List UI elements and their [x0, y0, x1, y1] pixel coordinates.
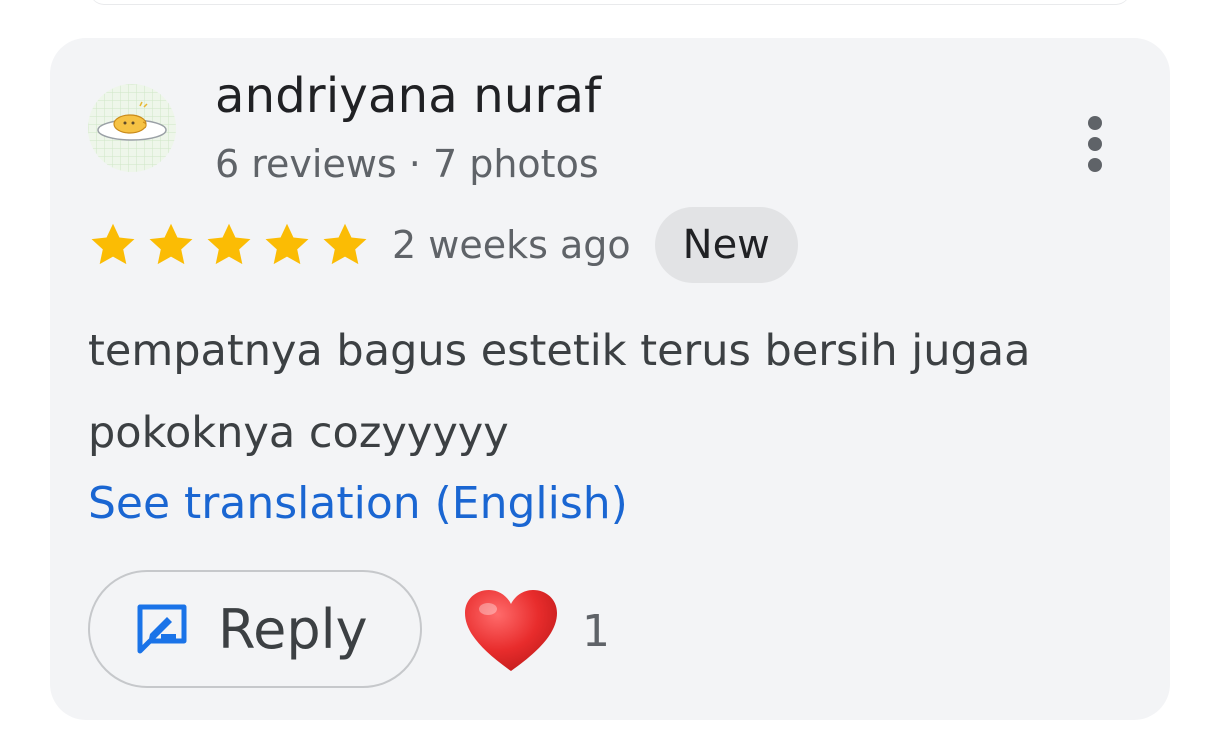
review-time: 2 weeks ago — [392, 223, 631, 267]
see-translation-link[interactable]: See translation (English) — [88, 478, 628, 529]
star-icon — [207, 223, 251, 265]
new-badge: New — [654, 207, 798, 283]
review-text: tempatnya bagus estetik terus bersih jug… — [88, 310, 1148, 474]
reaction-button[interactable]: 1 — [462, 586, 610, 676]
star-icon — [91, 223, 135, 265]
star-icon — [265, 223, 309, 265]
more-vert-icon — [1088, 116, 1102, 130]
reply-edit-icon — [137, 604, 187, 654]
reply-button[interactable]: Reply — [88, 570, 422, 688]
star-rating — [88, 220, 378, 270]
review-text-line: tempatnya bagus estetik terus bersih jug… — [88, 326, 1031, 376]
more-options-button[interactable] — [1075, 116, 1115, 172]
author-meta: 6 reviews · 7 photos — [215, 142, 599, 186]
review-card: andriyana nuraf 6 reviews · 7 photos 2 w… — [50, 38, 1170, 720]
previous-review-card-edge — [90, 0, 1130, 4]
star-icon — [149, 223, 193, 265]
star-icon — [323, 223, 367, 265]
reaction-count: 1 — [582, 605, 610, 657]
rating-row: 2 weeks ago New — [88, 207, 798, 283]
review-text-line: pokoknya cozyyyyy — [88, 408, 509, 458]
red-heart-icon — [465, 590, 557, 671]
reply-label: Reply — [218, 597, 368, 661]
avatar[interactable] — [88, 84, 176, 172]
cartoon-egg-avatar-icon — [88, 84, 176, 172]
author-name[interactable]: andriyana nuraf — [215, 68, 601, 124]
